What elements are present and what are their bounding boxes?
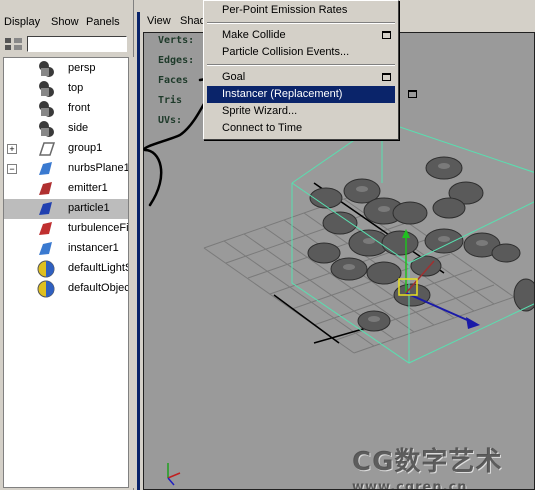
outliner-item[interactable]: turbulenceFie	[4, 219, 128, 239]
menu-show[interactable]: Show	[51, 13, 79, 31]
outliner-item-label: side	[68, 122, 89, 134]
menu-item[interactable]: Make Collide	[207, 27, 395, 44]
outliner-item-label: top	[68, 82, 84, 94]
watermark-url: www.cgren.cn	[352, 480, 468, 490]
outliner-toolbar	[0, 33, 134, 55]
light-set-icon	[36, 260, 56, 278]
instancer-icon	[36, 240, 56, 258]
menu-item[interactable]: Goal	[207, 69, 395, 86]
menu-item-label: Per-Point Emission Rates	[222, 4, 348, 16]
camera-icon	[36, 60, 56, 78]
outliner-panel: Display Show Panels persp top front side + gr…	[0, 0, 134, 490]
outliner-item-label: group1	[68, 142, 103, 154]
outliner-item-label: turbulenceFie	[68, 222, 129, 234]
menu-item[interactable]: Connect to Time	[207, 120, 395, 137]
menu-item-label: Sprite Wizard...	[222, 105, 298, 117]
outliner-item-label: particle1	[68, 202, 110, 214]
camera-icon	[36, 100, 56, 118]
outliner-item[interactable]: defaultObjec	[4, 279, 128, 299]
watermark: CG数字艺术 www.cgren.cn	[352, 441, 503, 490]
menu-shading[interactable]: Shad	[180, 15, 206, 27]
outliner-item[interactable]: persp	[4, 59, 128, 79]
expand-icon[interactable]: +	[7, 144, 17, 154]
menu-item[interactable]: Instancer (Replacement)	[207, 86, 417, 103]
outliner-item[interactable]: defaultLightS	[4, 259, 128, 279]
outliner-item[interactable]: emitter1	[4, 179, 128, 199]
instanced-geometry	[307, 156, 534, 332]
menu-item[interactable]: Per-Point Emission Rates	[207, 2, 395, 19]
particle-icon	[36, 200, 56, 218]
outliner-menubar: Display Show Panels	[0, 13, 134, 31]
outliner-item[interactable]: particle1	[4, 199, 128, 219]
menu-item-label: Connect to Time	[222, 122, 303, 134]
outliner-item-label: persp	[68, 62, 96, 74]
outliner-item-label: defaultLightS	[68, 262, 129, 274]
outliner-item[interactable]: top	[4, 79, 128, 99]
camera-icon	[36, 80, 56, 98]
menu-item-label: Instancer (Replacement)	[222, 88, 343, 100]
outliner-item-label: instancer1	[68, 242, 119, 254]
outliner-list: persp top front side + group1 − nurbsPlane1 emit…	[3, 57, 129, 488]
menu-item-label: Particle Collision Events...	[222, 46, 350, 58]
particles-context-menu: Per-Point Emission Rates Make Collide Part…	[203, 0, 417, 140]
axis-gizmo-icon	[167, 463, 181, 486]
watermark-title: CG数字艺术	[352, 447, 503, 477]
filter-input[interactable]	[27, 36, 127, 52]
option-box-icon[interactable]	[408, 90, 417, 98]
menu-item-label: Make Collide	[222, 29, 286, 41]
turbulence-field-icon	[36, 220, 56, 238]
menu-display[interactable]: Display	[4, 13, 40, 31]
emitter-icon	[36, 180, 56, 198]
option-box-icon[interactable]	[382, 73, 391, 81]
menu-panels[interactable]: Panels	[86, 13, 120, 31]
camera-icon	[36, 120, 56, 138]
group-icon	[36, 140, 56, 158]
menu-separator	[207, 64, 395, 66]
outliner-item[interactable]: − nurbsPlane1	[4, 159, 128, 179]
filter-icon[interactable]	[4, 36, 24, 52]
option-box-icon[interactable]	[382, 31, 391, 39]
outliner-item-label: nurbsPlane1	[68, 162, 129, 174]
outliner-item[interactable]: + group1	[4, 139, 128, 159]
object-set-icon	[36, 280, 56, 298]
outliner-item-label: defaultObjec	[68, 282, 129, 294]
outliner-item[interactable]: side	[4, 119, 128, 139]
outliner-item-label: front	[68, 102, 91, 114]
menu-view[interactable]: View	[147, 15, 171, 27]
outliner-item-label: emitter1	[68, 182, 108, 194]
outliner-item[interactable]: front	[4, 99, 128, 119]
nurbs-plane-icon	[36, 160, 56, 178]
collapse-icon[interactable]: −	[7, 164, 17, 174]
outliner-item[interactable]: instancer1	[4, 239, 128, 259]
menu-separator	[207, 22, 395, 24]
menu-item[interactable]: Particle Collision Events...	[207, 44, 395, 61]
menu-item[interactable]: Sprite Wizard...	[207, 103, 395, 120]
menu-item-label: Goal	[222, 71, 246, 83]
